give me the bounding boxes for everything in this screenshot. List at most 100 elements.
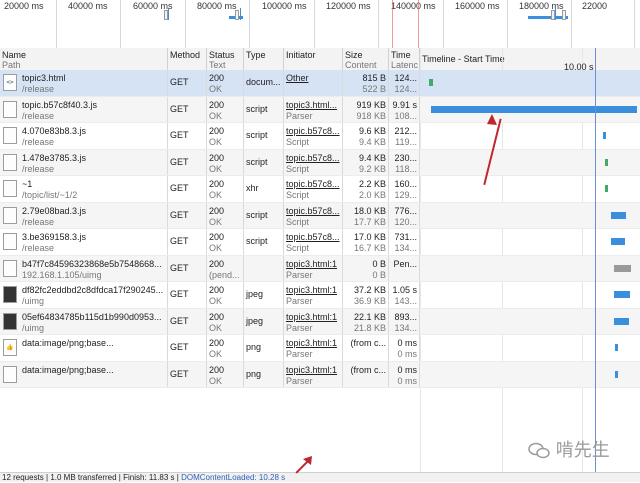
- timeline-bar[interactable]: [614, 344, 618, 351]
- initiator-link[interactable]: Other: [286, 73, 340, 84]
- name-cell[interactable]: <> topic3.html/release: [0, 70, 168, 96]
- name-cell[interactable]: ~1/topic/list/~1/2: [0, 176, 168, 202]
- table-row[interactable]: 4.070e83b8.3.js/release GET 200 OK script top…: [0, 123, 640, 150]
- initiator-cell[interactable]: topic3.html:1 Parser: [284, 282, 343, 308]
- initiator-type: Script: [286, 137, 310, 147]
- initiator-link[interactable]: topic3.html:1: [286, 365, 340, 376]
- timeline-bar[interactable]: [613, 264, 632, 272]
- initiator-link[interactable]: topic.b57c8...: [286, 153, 340, 164]
- script-file-icon: [3, 127, 17, 144]
- initiator-link[interactable]: topic3.html...: [286, 100, 340, 111]
- timeline-bar[interactable]: [428, 79, 434, 86]
- table-row[interactable]: topic.b57c8f40.3.js/release GET 200 OK scrip…: [0, 96, 640, 123]
- column-header-method[interactable]: Method: [168, 48, 207, 70]
- timeline-bar[interactable]: [431, 105, 637, 113]
- initiator-cell[interactable]: Other: [284, 70, 343, 96]
- timeline-bar[interactable]: [611, 238, 625, 245]
- table-row[interactable]: 05ef64834785b115d1b990d0953.../uimg GET 20…: [0, 308, 640, 335]
- initiator-cell[interactable]: topic.b57c8... Script: [284, 149, 343, 175]
- timeline-bar[interactable]: [604, 158, 609, 166]
- name-cell[interactable]: 👍 data:image/png;base...: [0, 335, 168, 361]
- initiator-cell[interactable]: topic3.html:1 Parser: [284, 335, 343, 361]
- timeline-bar[interactable]: [613, 317, 629, 325]
- status-text: OK: [209, 322, 223, 333]
- transfer-size: 9.4 KB: [358, 152, 386, 163]
- request-latency: 119...: [395, 137, 417, 147]
- column-header-status[interactable]: Status Text: [207, 48, 244, 70]
- name-cell[interactable]: 3.be369158.3.js/release: [0, 229, 168, 255]
- initiator-cell[interactable]: topic.b57c8... Script: [284, 123, 343, 149]
- name-cell[interactable]: 1.478e3785.3.js/release: [0, 149, 168, 175]
- table-row[interactable]: data:image/png;base... GET 200 OK png topic3.…: [0, 361, 640, 388]
- request-time: 124...: [394, 73, 417, 83]
- timeline-bar[interactable]: [613, 291, 631, 298]
- initiator-link[interactable]: topic.b57c8...: [286, 179, 340, 190]
- initiator-link[interactable]: topic3.html:1: [286, 338, 340, 349]
- initiator-cell[interactable]: topic3.html:1 Parser: [284, 255, 343, 281]
- timeline-overview[interactable]: 20000 ms 40000 ms 60000 ms 80000 ms 100000 m…: [0, 0, 640, 49]
- column-header-time[interactable]: Time Latenc: [389, 48, 420, 70]
- request-path: /release: [22, 216, 55, 227]
- initiator-cell[interactable]: topic3.html... Parser: [284, 96, 343, 122]
- name-cell[interactable]: 05ef64834785b115d1b990d0953.../uimg: [0, 308, 168, 334]
- column-header-name[interactable]: Name Path: [0, 48, 168, 70]
- initiator-link[interactable]: topic3.html:1: [286, 285, 340, 296]
- overview-tick-label: 160000 ms: [455, 1, 500, 11]
- size-cell: 815 B 522 B: [343, 70, 389, 96]
- column-header-type[interactable]: Type: [244, 48, 284, 70]
- request-path: /release: [22, 243, 55, 253]
- request-latency: 0 ms: [397, 375, 417, 386]
- table-row[interactable]: 👍 data:image/png;base... GET 200 OK png topic3…: [0, 335, 640, 362]
- overview-gridline: [120, 0, 121, 48]
- overview-gridline: [185, 0, 186, 48]
- initiator-cell[interactable]: topic3.html:1 Parser: [284, 361, 343, 387]
- type-cell: script: [244, 149, 284, 175]
- initiator-cell[interactable]: topic3.html:1 Parser: [284, 308, 343, 334]
- method-cell: GET: [168, 282, 207, 308]
- script-file-icon: [3, 153, 17, 171]
- name-cell[interactable]: topic.b57c8f40.3.js/release: [0, 96, 168, 122]
- overview-range-handle[interactable]: [562, 10, 566, 20]
- table-row[interactable]: b47f7c84596323868e5b7548668... 192.168.1.…: [0, 255, 640, 282]
- initiator-cell[interactable]: topic.b57c8... Script: [284, 176, 343, 202]
- initiator-link[interactable]: topic.b57c8...: [286, 126, 340, 137]
- table-row[interactable]: 2.79e08bad.3.js/release GET 200 OK script top…: [0, 202, 640, 229]
- overview-tick-label: 120000 ms: [326, 1, 371, 11]
- status-cell: 200 OK: [207, 335, 244, 361]
- name-cell[interactable]: b47f7c84596323868e5b7548668... 192.168.1.…: [0, 255, 168, 281]
- column-header-initiator[interactable]: Initiator: [284, 48, 343, 70]
- timeline-bar[interactable]: [611, 211, 626, 219]
- request-name: data:image/png;base...: [22, 364, 114, 375]
- request-method: GET: [170, 315, 189, 326]
- table-row[interactable]: 1.478e3785.3.js/release GET 200 OK script top…: [0, 149, 640, 176]
- overview-range-handle[interactable]: [551, 10, 555, 20]
- column-header-size[interactable]: Size Content: [343, 48, 389, 70]
- size-cell: 0 B0 B: [343, 255, 389, 281]
- timeline-bar[interactable]: [614, 370, 618, 378]
- initiator-link[interactable]: topic3.html:1: [286, 259, 340, 270]
- image-thumbnail-icon: [3, 286, 17, 303]
- initiator-cell[interactable]: topic.b57c8... Script: [284, 229, 343, 255]
- initiator-link[interactable]: topic.b57c8...: [286, 232, 340, 243]
- initiator-cell[interactable]: topic.b57c8... Script: [284, 202, 343, 228]
- overview-range-handle[interactable]: [164, 10, 168, 20]
- overview-range-handle[interactable]: [235, 10, 239, 20]
- blank-file-icon: [3, 180, 17, 197]
- initiator-link[interactable]: topic.b57c8...: [286, 206, 340, 217]
- type-cell: xhr: [244, 176, 284, 202]
- table-row[interactable]: ~1/topic/list/~1/2 GET 200 OK xhr topic.b57c8…: [0, 176, 640, 203]
- table-row[interactable]: <> topic3.html/release GET 200 OK docum... Oth…: [0, 70, 640, 97]
- table-row[interactable]: df82fc2eddbd2c8dfdca17f290245.../uimg GET…: [0, 282, 640, 309]
- table-row[interactable]: 3.be369158.3.js/release GET 200 OK script top…: [0, 229, 640, 256]
- name-cell[interactable]: 2.79e08bad.3.js/release: [0, 202, 168, 228]
- name-cell[interactable]: df82fc2eddbd2c8dfdca17f290245.../uimg: [0, 282, 168, 308]
- overview-gridline: [314, 0, 315, 48]
- request-name: topic.b57c8f40.3.js: [22, 99, 98, 110]
- status-text: OK: [209, 190, 223, 200]
- name-cell[interactable]: 4.070e83b8.3.js/release: [0, 123, 168, 149]
- timeline-bar[interactable]: [602, 132, 606, 139]
- initiator-link[interactable]: topic3.html:1: [286, 312, 340, 323]
- timeline-bar[interactable]: [604, 185, 609, 192]
- name-cell[interactable]: data:image/png;base...: [0, 361, 168, 387]
- type-cell: script: [244, 229, 284, 255]
